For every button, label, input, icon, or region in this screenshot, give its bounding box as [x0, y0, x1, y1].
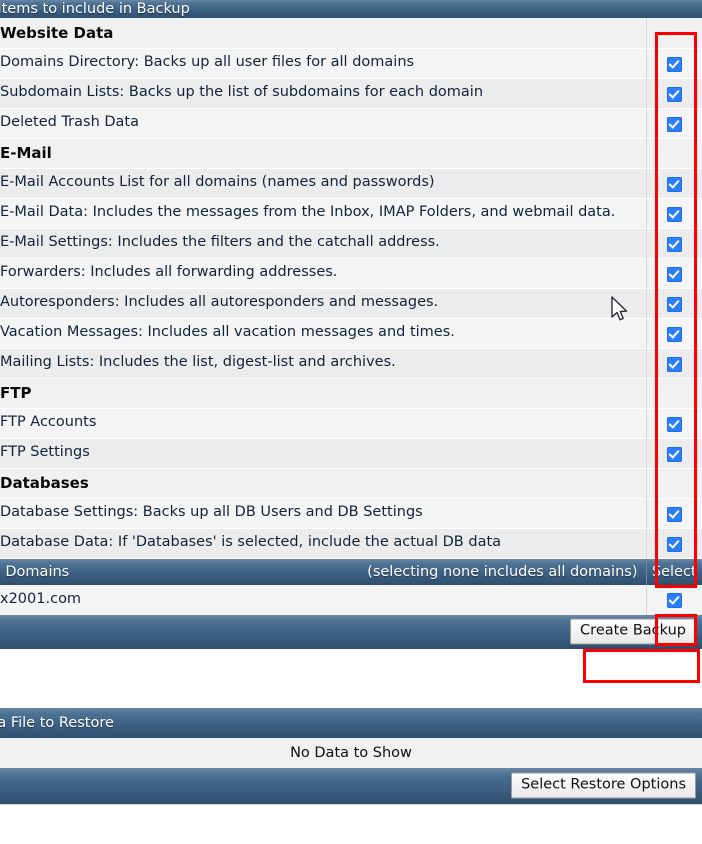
section-heading-website-data: Website Data [0, 23, 114, 42]
create-backup-slot: Create Backup [570, 618, 696, 645]
backup-item-checkbox-cell[interactable] [645, 108, 702, 138]
restore-title-bar: Select a File to Restore [0, 707, 702, 738]
domain-row: x2001.com [0, 584, 702, 615]
restore-options-bar: Select Restore Options [0, 767, 702, 804]
backup-item-row: Domains Directory: Backs up all user fil… [0, 48, 702, 78]
backup-item-label: Domains Directory: Backs up all user fil… [0, 54, 415, 71]
backup-item-row: FTP Settings [0, 438, 702, 468]
backup-item-label: E-Mail Data: Includes the messages from … [0, 204, 616, 221]
backup-item-row: Forwarders: Includes all forwarding addr… [0, 258, 702, 288]
section-heading-spacer [645, 378, 702, 408]
backup-item-row: Database Data: If 'Databases' is selecte… [0, 528, 702, 558]
restore-options-slot: Select Restore Options [511, 772, 696, 799]
backup-item-checkbox-cell[interactable] [645, 258, 702, 288]
section-heading-ftp: FTP [0, 384, 32, 402]
backup-item-label: FTP Settings [0, 444, 90, 461]
backup-item-checkbox[interactable] [666, 236, 682, 252]
backup-item-label: Autoresponders: Includes all autorespond… [0, 294, 439, 311]
backup-item-checkbox-cell[interactable] [645, 78, 702, 108]
backup-item-checkbox[interactable] [666, 266, 682, 282]
backup-item-checkbox[interactable] [666, 176, 682, 192]
backup-item-checkbox[interactable] [666, 356, 682, 372]
backup-item-checkbox[interactable] [666, 116, 682, 132]
backup-item-label: E-Mail Settings: Includes the filters an… [0, 234, 440, 251]
backup-item-checkbox[interactable] [666, 86, 682, 102]
section-heading-spacer [645, 18, 702, 48]
backup-item-checkbox[interactable] [666, 536, 682, 552]
backup-item-row: Vacation Messages: Includes all vacation… [0, 318, 702, 348]
backup-title-bar: Select Items to include in Backup [0, 0, 702, 18]
domain-select-checkbox[interactable] [666, 593, 682, 608]
backup-item-checkbox[interactable] [666, 446, 682, 462]
backup-item-label: Deleted Trash Data [0, 114, 140, 131]
backup-item-checkbox-cell[interactable] [645, 168, 702, 198]
backup-item-row: Autoresponders: Includes all autorespond… [0, 288, 702, 318]
backup-item-checkbox-cell[interactable] [645, 348, 702, 378]
backup-item-label: FTP Accounts [0, 414, 97, 431]
bottom-divider [0, 803, 702, 805]
section-heading-spacer [645, 138, 702, 168]
backup-item-row: Database Settings: Backs up all DB Users… [0, 498, 702, 528]
backup-item-checkbox[interactable] [666, 56, 682, 72]
backup-item-row: E-Mail Accounts List for all domains (na… [0, 168, 702, 198]
backup-item-checkbox-cell[interactable] [645, 498, 702, 528]
section-heading-row: Website Data [0, 18, 702, 48]
backup-title-text: Select Items to include in Backup [0, 1, 190, 17]
section-heading-row: Databases [0, 468, 702, 498]
backup-item-checkbox[interactable] [666, 206, 682, 222]
create-backup-bar: Create Backup [0, 614, 702, 649]
backup-item-label: Vacation Messages: Includes all vacation… [0, 324, 455, 341]
backup-item-checkbox[interactable] [666, 506, 682, 522]
select-column-header-text: Select [651, 563, 697, 580]
backup-page: Select Items to include in Backup Websit… [0, 0, 702, 844]
backup-item-label: Database Settings: Backs up all DB Users… [0, 504, 423, 521]
backup-item-row: Subdomain Lists: Backs up the list of su… [0, 78, 702, 108]
backup-item-checkbox-cell[interactable] [645, 528, 702, 558]
select-restore-options-button[interactable]: Select Restore Options [511, 772, 696, 799]
backup-item-label: Forwarders: Includes all forwarding addr… [0, 264, 338, 281]
backup-item-checkbox-cell[interactable] [645, 228, 702, 258]
backup-item-checkbox-cell[interactable] [645, 198, 702, 228]
include-domains-bar: Include Domains (selecting none includes… [0, 558, 646, 585]
select-column-header: Select [645, 558, 702, 585]
backup-item-row: Deleted Trash Data [0, 108, 702, 138]
backup-item-row: Mailing Lists: Includes the list, digest… [0, 348, 702, 378]
backup-item-checkbox-cell[interactable] [645, 318, 702, 348]
backup-item-row: FTP Accounts [0, 408, 702, 438]
backup-item-checkbox[interactable] [666, 296, 682, 312]
restore-title-text: Select a File to Restore [0, 714, 114, 731]
create-backup-button[interactable]: Create Backup [570, 618, 696, 645]
backup-item-label: Mailing Lists: Includes the list, digest… [0, 354, 396, 371]
backup-items-table: Website Data Domains Directory: Backs up … [0, 18, 702, 559]
include-domains-header-row: Include Domains (selecting none includes… [0, 558, 702, 585]
backup-item-label: E-Mail Accounts List for all domains (na… [0, 174, 435, 191]
section-heading-row: FTP [0, 378, 702, 408]
spacer-gap [0, 648, 702, 708]
domain-select-cell[interactable] [645, 584, 702, 615]
include-domains-table: Include Domains (selecting none includes… [0, 558, 702, 615]
backup-item-checkbox-cell[interactable] [645, 288, 702, 318]
section-heading-e-mail: E-Mail [0, 144, 52, 162]
backup-item-checkbox[interactable] [666, 416, 682, 432]
backup-item-checkbox-cell[interactable] [645, 408, 702, 438]
backup-item-row: E-Mail Data: Includes the messages from … [0, 198, 702, 228]
domain-name: x2001.com [0, 590, 82, 607]
backup-item-checkbox[interactable] [666, 326, 682, 342]
restore-no-data: No Data to Show [0, 737, 702, 768]
include-domains-note: (selecting none includes all domains) [367, 563, 638, 580]
include-domains-label: Include Domains [0, 563, 70, 580]
backup-item-label: Database Data: If 'Databases' is selecte… [0, 534, 502, 551]
backup-item-row: E-Mail Settings: Includes the filters an… [0, 228, 702, 258]
backup-item-checkbox-cell[interactable] [645, 438, 702, 468]
backup-item-label: Subdomain Lists: Backs up the list of su… [0, 84, 484, 101]
section-heading-databases: Databases [0, 474, 89, 492]
section-heading-spacer [645, 468, 702, 498]
section-heading-row: E-Mail [0, 138, 702, 168]
backup-item-checkbox-cell[interactable] [645, 48, 702, 78]
